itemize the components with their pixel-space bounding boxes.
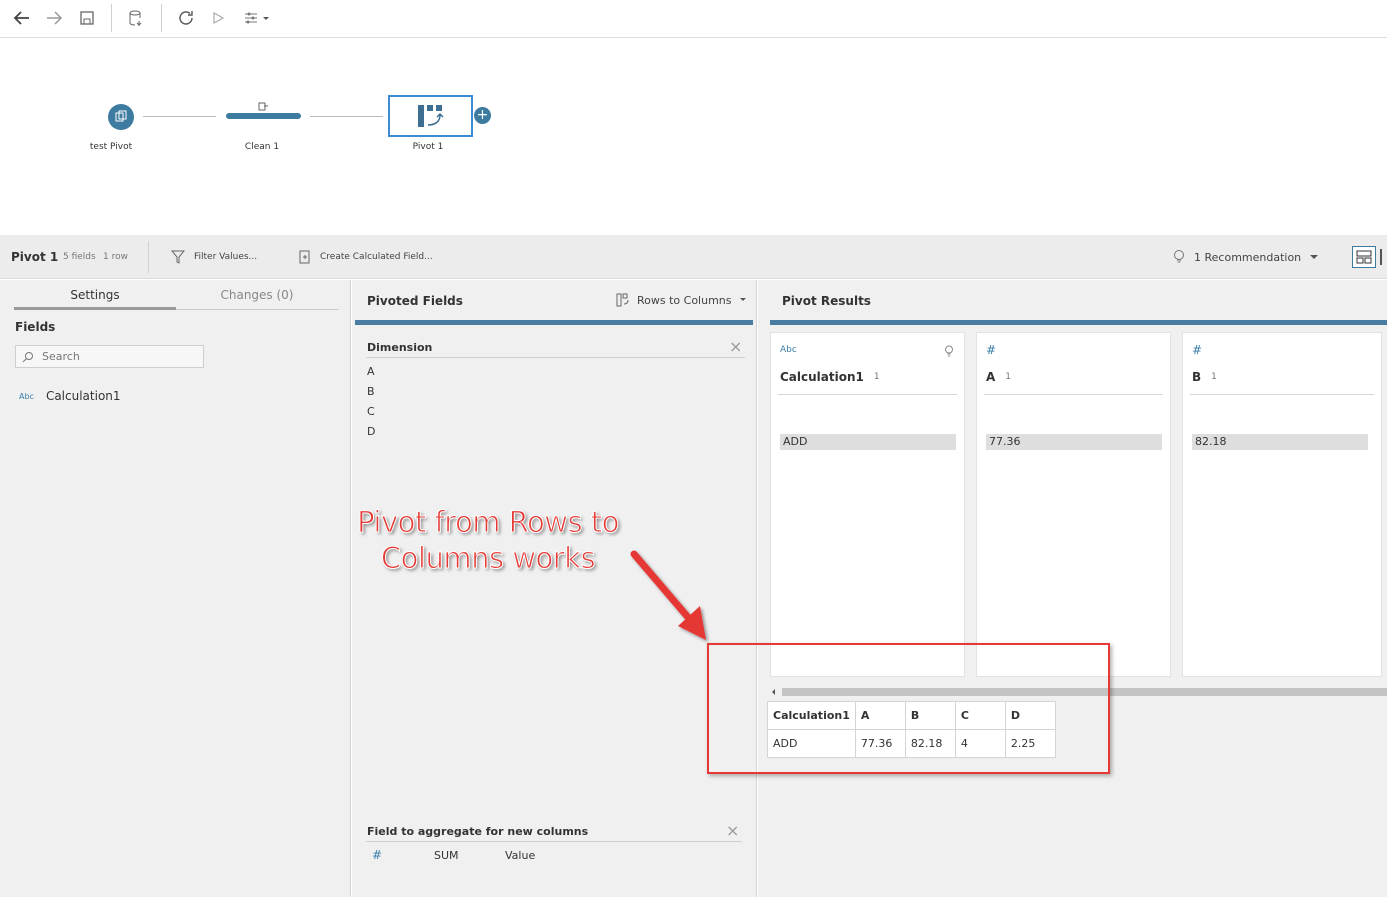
pivot-mode-dropdown[interactable]: Rows to Columns	[616, 293, 747, 307]
annotation-arrow-icon	[630, 550, 706, 640]
refresh-icon[interactable]	[173, 6, 199, 30]
toolbar-divider	[161, 4, 162, 32]
pivot-mode-icon	[616, 293, 629, 307]
aggregate-title: Field to aggregate for new columns	[367, 825, 589, 838]
input-node-label: test Pivot	[89, 142, 133, 152]
card-divider	[778, 394, 957, 395]
close-icon[interactable]: ×	[729, 339, 742, 355]
fields-title: Fields	[15, 320, 56, 334]
search-placeholder: Search	[42, 350, 80, 363]
input-node[interactable]	[108, 104, 134, 130]
card-field-name: A	[986, 370, 996, 384]
back-icon[interactable]	[9, 6, 35, 30]
lightbulb-icon	[945, 345, 953, 357]
field-card-a[interactable]: # A 1 77.36	[976, 332, 1171, 677]
recommendation-button[interactable]: 1 Recommendation	[1172, 249, 1319, 265]
pivot-node-label: Pivot 1	[412, 142, 444, 152]
filter-icon	[170, 250, 186, 264]
annotation-line-2: Columns works	[380, 541, 596, 576]
aggregate-field: Value	[505, 849, 536, 862]
add-data-icon[interactable]	[123, 6, 149, 30]
field-count: 5 fields	[63, 252, 96, 262]
input-node-icon	[115, 110, 127, 122]
pivoted-fields-accent	[355, 320, 753, 325]
main-toolbar	[0, 0, 1387, 38]
section-divider	[366, 841, 742, 842]
settings-dropdown-icon[interactable]	[241, 6, 273, 30]
card-value-bar[interactable]: ADD	[780, 434, 956, 450]
pivot-results-accent	[770, 320, 1387, 325]
stepbar-divider	[148, 241, 149, 273]
dimension-title: Dimension	[367, 341, 433, 354]
section-divider	[366, 357, 745, 358]
number-type-icon: #	[372, 848, 383, 862]
row-count: 1 row	[103, 252, 128, 262]
dimension-item[interactable]: A	[367, 365, 375, 378]
tab-changes[interactable]: Changes (0)	[176, 288, 338, 310]
field-card-b[interactable]: # B 1 82.18	[1182, 332, 1382, 677]
filter-values-button[interactable]: Filter Values...	[170, 249, 257, 265]
card-divider	[1190, 394, 1374, 395]
card-field-count: 1	[873, 372, 880, 382]
string-type-icon: Abc	[19, 391, 34, 401]
filter-values-label: Filter Values...	[194, 252, 258, 262]
search-input[interactable]: Search	[15, 345, 204, 368]
card-field-name: B	[1192, 370, 1202, 384]
toolbar-divider	[111, 4, 112, 32]
card-value-bar[interactable]: 77.36	[986, 434, 1162, 450]
run-icon[interactable]	[205, 6, 231, 30]
pivot-node-icon	[417, 105, 444, 127]
list-view-icon[interactable]	[1380, 249, 1387, 265]
card-view-icon[interactable]	[1352, 246, 1376, 268]
aggregate-function[interactable]: SUM	[434, 849, 459, 862]
pivot-results-panel: Pivot Results Abc Calculation1 1 ADD # A…	[758, 280, 1387, 897]
field-name: Calculation1	[45, 389, 121, 403]
annotation-highlight-box	[707, 643, 1110, 774]
flow-connector	[143, 116, 216, 117]
card-field-count: 1	[1005, 372, 1012, 382]
tab-underline	[176, 309, 339, 310]
add-step-icon[interactable]: +	[474, 107, 491, 124]
recommendation-label: 1 Recommendation	[1194, 250, 1302, 264]
pivot-results-title: Pivot Results	[782, 294, 871, 308]
create-calculated-field-label: Create Calculated Field...	[320, 252, 433, 262]
clean-node[interactable]	[226, 113, 301, 119]
annotation-callout-text: Pivot from Rows to Columns works	[348, 504, 628, 576]
pivot-mode-label: Rows to Columns	[637, 293, 732, 307]
number-type-icon: #	[1192, 343, 1203, 357]
pivoted-fields-title: Pivoted Fields	[367, 294, 463, 308]
forward-icon[interactable]	[41, 6, 67, 30]
field-card-calculation1[interactable]: Abc Calculation1 1 ADD	[770, 332, 965, 677]
dimension-item[interactable]: D	[367, 425, 375, 438]
dimension-item[interactable]: B	[367, 385, 375, 398]
chevron-down-icon	[739, 298, 746, 301]
dimension-item[interactable]: C	[367, 405, 375, 418]
annotation-line-1: Pivot from Rows to	[357, 505, 620, 540]
field-item-calculation1[interactable]: Abc Calculation1	[19, 389, 121, 403]
card-field-name: Calculation1	[780, 370, 864, 384]
search-icon	[22, 351, 33, 362]
flow-connector	[310, 116, 383, 117]
lightbulb-icon	[1174, 250, 1184, 263]
number-type-icon: #	[986, 343, 997, 357]
save-icon[interactable]	[74, 6, 100, 30]
settings-panel: Settings Changes (0) Fields Search Abc C…	[0, 280, 351, 897]
chevron-down-icon	[1310, 255, 1319, 259]
step-title: Pivot 1	[11, 250, 59, 264]
calculated-field-icon	[299, 250, 310, 264]
flow-canvas: test Pivot Clean 1 + Pivot 1	[0, 39, 1387, 235]
string-type-icon: Abc	[780, 345, 797, 355]
close-icon[interactable]: ×	[726, 823, 739, 839]
create-calculated-field-button[interactable]: Create Calculated Field...	[298, 249, 433, 265]
card-divider	[984, 394, 1163, 395]
card-value-bar[interactable]: 82.18	[1192, 434, 1368, 450]
step-header: Pivot 1 5 fields 1 row Filter Values... …	[0, 235, 1387, 279]
pivot-node[interactable]	[388, 95, 473, 137]
card-field-count: 1	[1211, 372, 1217, 382]
clean-node-label: Clean 1	[244, 142, 280, 152]
tab-settings[interactable]: Settings	[14, 288, 176, 310]
